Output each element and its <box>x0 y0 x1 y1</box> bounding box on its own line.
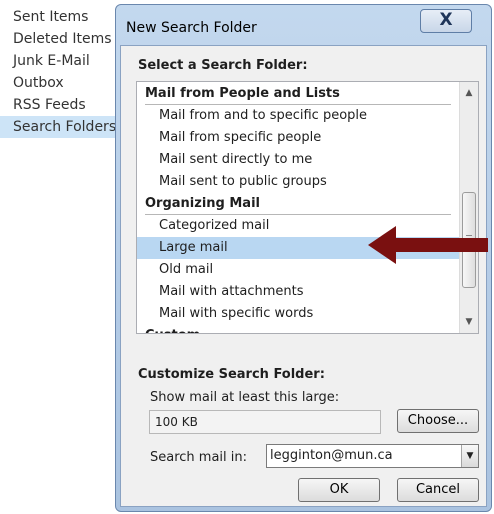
search-mail-in-select[interactable]: legginton@mun.ca ▼ <box>266 444 479 468</box>
ok-button[interactable]: OK <box>298 478 380 502</box>
folder-item[interactable]: Outbox <box>0 72 118 94</box>
list-item[interactable]: Mail sent to public groups <box>137 171 459 193</box>
list-item[interactable]: Mail with attachments <box>137 281 459 303</box>
folder-pane: Sent Items Deleted Items Junk E-Mail Outbox… <box>0 0 118 514</box>
folder-item[interactable]: Sent Items <box>0 6 118 28</box>
search-folder-list[interactable]: Mail from People and Lists Mail from and … <box>136 81 479 334</box>
dialog-title: New Search Folder <box>126 20 257 36</box>
list-group-header: Mail from People and Lists <box>137 83 459 105</box>
list-item[interactable]: Mail from specific people <box>137 127 459 149</box>
triangle-up-icon[interactable]: ▲ <box>460 84 478 102</box>
list-item[interactable]: Mail sent directly to me <box>137 149 459 171</box>
select-folder-label: Select a Search Folder: <box>138 58 308 73</box>
triangle-down-icon[interactable]: ▼ <box>460 313 478 331</box>
cancel-button[interactable]: Cancel <box>397 478 479 502</box>
search-mail-in-label: Search mail in: <box>150 450 248 465</box>
search-mail-in-value: legginton@mun.ca <box>270 448 393 463</box>
size-threshold-label: Show mail at least this large: <box>150 390 340 405</box>
customize-folder-label: Customize Search Folder: <box>138 367 325 382</box>
triangle-down-icon[interactable]: ▼ <box>461 445 478 467</box>
folder-item[interactable]: RSS Feeds <box>0 94 118 116</box>
folder-item[interactable]: Search Folders <box>0 116 118 138</box>
folder-item[interactable]: Deleted Items <box>0 28 118 50</box>
list-group-header: Organizing Mail <box>137 193 459 215</box>
list-item[interactable]: Mail from and to specific people <box>137 105 459 127</box>
size-threshold-field[interactable]: 100 KB <box>149 410 381 434</box>
folder-item[interactable]: Junk E-Mail <box>0 50 118 72</box>
list-group-header: Custom <box>137 325 459 333</box>
list-item[interactable]: Mail with specific words <box>137 303 459 325</box>
annotation-arrow-icon <box>368 226 488 264</box>
choose-button[interactable]: Choose... <box>397 409 479 433</box>
vertical-scrollbar[interactable]: ▲ ▼ <box>459 82 478 333</box>
close-button[interactable]: X <box>420 9 472 33</box>
dialog-client-area: Select a Search Folder: Mail from People… <box>120 45 487 507</box>
